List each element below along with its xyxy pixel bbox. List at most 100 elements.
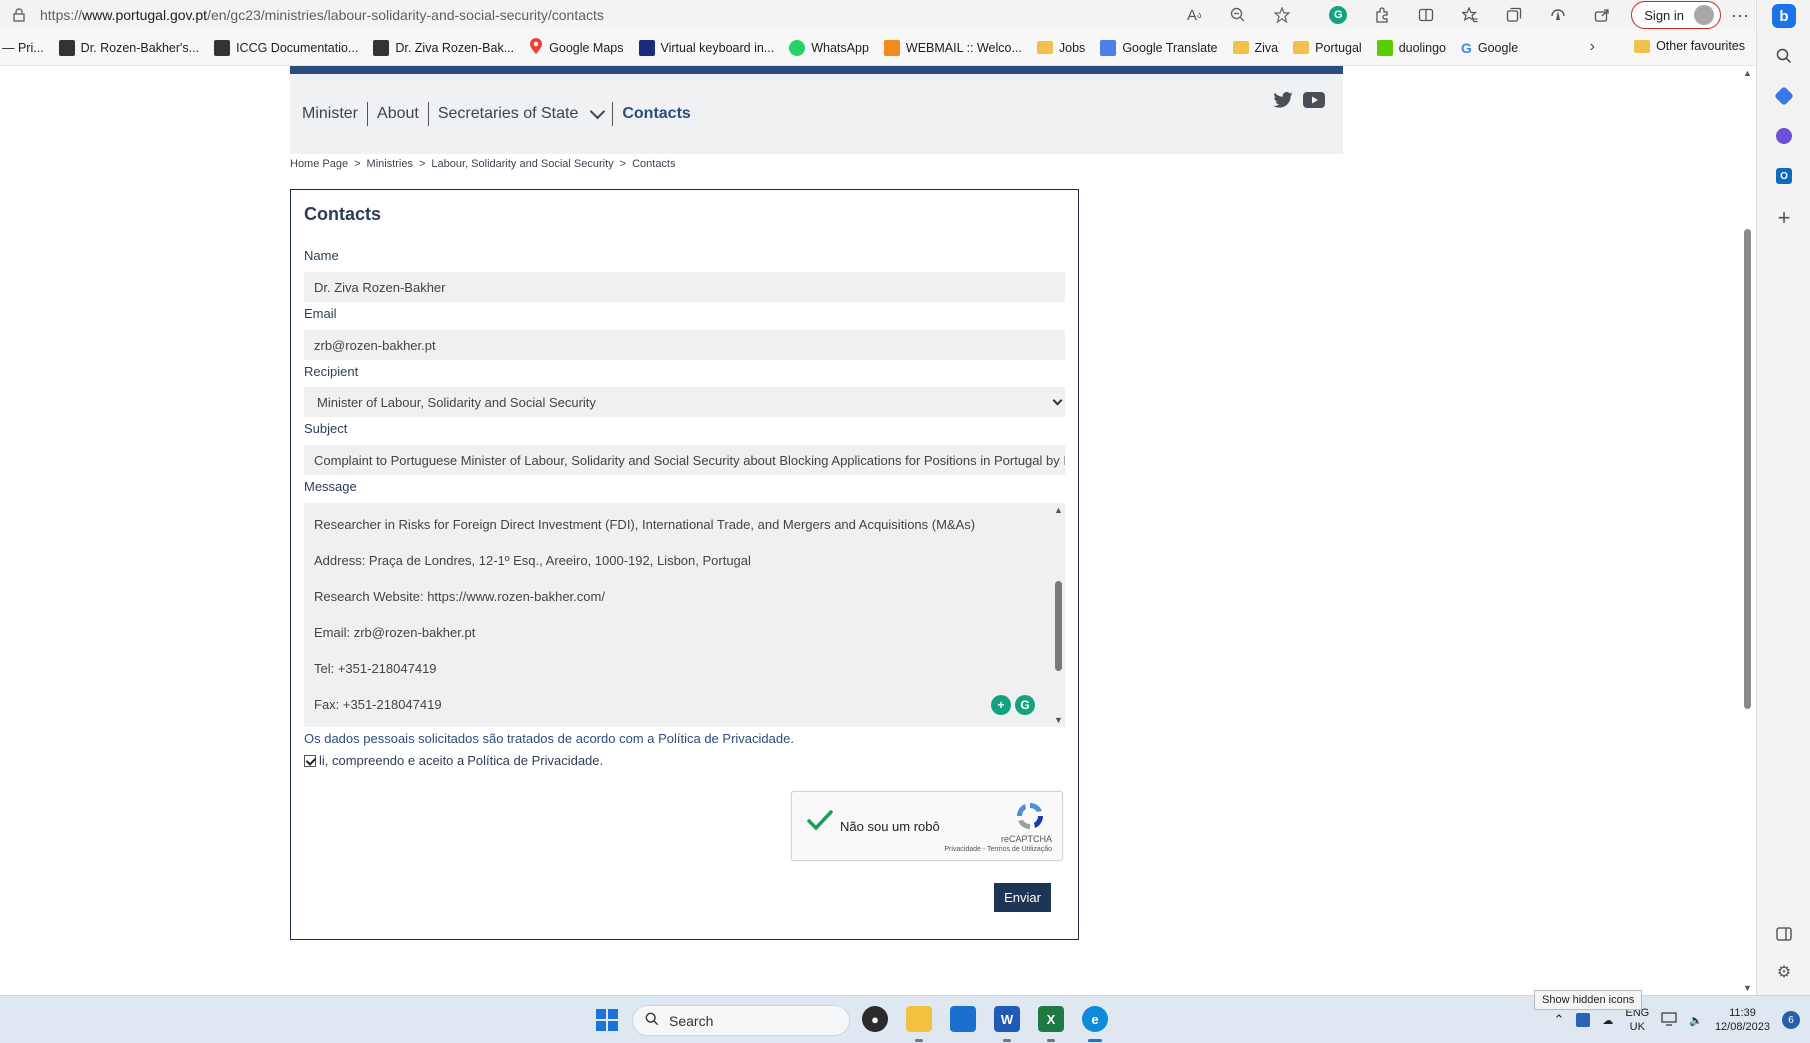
favourite-item[interactable]: G Google (1461, 40, 1518, 56)
favourite-item[interactable]: Ziva (1232, 40, 1279, 55)
network-icon[interactable] (1661, 1011, 1677, 1029)
privacy-note[interactable]: Os dados pessoais solicitados são tratad… (304, 731, 794, 746)
grammarly-suggest-icon[interactable]: + (991, 695, 1011, 715)
breadcrumb-ministry[interactable]: Labour, Solidarity and Social Security (431, 158, 613, 170)
favourite-item[interactable]: Virtual keyboard in... (638, 39, 774, 56)
notification-badge[interactable]: 6 (1782, 1011, 1800, 1029)
grammarly-icon[interactable]: G (1015, 695, 1035, 715)
name-field[interactable]: Dr. Ziva Rozen-Bakher (304, 272, 1065, 302)
privacy-policy-link[interactable]: Política de Privacidade. (467, 753, 603, 768)
breadcrumb-home[interactable]: Home Page (290, 158, 348, 170)
nav-minister[interactable]: Minister (302, 102, 369, 126)
clock[interactable]: 11:39 12/08/2023 (1715, 1006, 1770, 1034)
chevron-up-icon[interactable]: ⌃ (1553, 1012, 1564, 1028)
tools-icon[interactable] (1772, 124, 1796, 148)
running-indicator (1047, 1039, 1055, 1042)
favourite-item[interactable]: — Pri... (2, 41, 44, 55)
scroll-down-arrow-icon[interactable]: ▼ (1743, 983, 1752, 993)
favourite-item[interactable]: Google Maps (529, 38, 624, 57)
name-label: Name (304, 248, 339, 263)
read-aloud-icon[interactable]: Aა (1179, 0, 1209, 30)
favourites-icon[interactable] (1455, 0, 1485, 30)
edge-sidebar: b O + ⚙ (1756, 0, 1810, 995)
file-explorer-icon[interactable] (906, 1006, 932, 1032)
volume-icon[interactable]: 🔈 (1689, 1014, 1703, 1027)
submit-button[interactable]: Enviar (994, 883, 1051, 912)
scrollbar-thumb[interactable] (1744, 229, 1751, 709)
cloud-icon[interactable]: ☁ (1602, 1014, 1613, 1027)
taskbar-search[interactable]: Search (632, 1005, 850, 1036)
favourite-item[interactable]: duolingo (1376, 39, 1446, 56)
nav-contacts[interactable]: Contacts (613, 102, 699, 126)
shopping-icon[interactable] (1772, 84, 1796, 108)
favourite-star-icon[interactable] (1267, 0, 1297, 30)
other-favourites[interactable]: Other favourites (1634, 39, 1745, 53)
word-icon[interactable]: W (994, 1006, 1020, 1032)
captcha-terms[interactable]: Privacidade - Termos de Utilização (944, 846, 1052, 853)
split-screen-icon[interactable] (1411, 0, 1441, 30)
youtube-icon[interactable] (1303, 92, 1325, 113)
consent-checkbox[interactable] (304, 754, 316, 767)
other-favourites-label: Other favourites (1656, 39, 1745, 53)
add-icon[interactable]: + (1772, 205, 1796, 230)
more-options-icon[interactable]: ··· (1731, 5, 1749, 26)
checkmark-icon[interactable] (806, 809, 834, 833)
windows-start-icon[interactable] (596, 1009, 618, 1031)
language-indicator[interactable]: ENG UK (1625, 1006, 1649, 1034)
browser-essentials-icon[interactable] (1543, 0, 1573, 30)
scroll-down-arrow-icon[interactable]: ▼ (1054, 715, 1063, 725)
favourite-item[interactable]: WhatsApp (789, 39, 869, 56)
chevron-down-icon[interactable] (590, 103, 606, 119)
favourite-item[interactable]: ICCG Documentatio... (214, 39, 358, 56)
favourite-item[interactable]: Portugal (1293, 41, 1362, 55)
favourite-item[interactable]: Dr. Rozen-Bakher's... (58, 39, 199, 56)
url-text[interactable]: https://www.portugal.gov.pt/en/gc23/mini… (40, 7, 604, 23)
message-textarea[interactable]: Researcher in Risks for Foreign Direct I… (304, 503, 1065, 727)
name-value: Dr. Ziva Rozen-Bakher (314, 279, 446, 295)
running-indicator (1003, 1039, 1011, 1042)
maps-pin-icon (529, 38, 543, 57)
recaptcha-logo-icon (1014, 800, 1046, 832)
subject-field[interactable]: Complaint to Portuguese Minister of Labo… (304, 445, 1065, 475)
scroll-up-arrow-icon[interactable]: ▲ (1743, 68, 1752, 78)
breadcrumb-ministries[interactable]: Ministries (367, 158, 413, 170)
nav-about[interactable]: About (368, 102, 429, 126)
recaptcha-widget[interactable]: Não sou um robô reCAPTCHA Privacidade - … (791, 791, 1063, 861)
store-icon[interactable] (950, 1006, 976, 1032)
scroll-up-arrow-icon[interactable]: ▲ (1054, 505, 1063, 515)
address-bar[interactable]: https://www.portugal.gov.pt/en/gc23/mini… (0, 0, 1755, 30)
bing-copilot-icon[interactable]: b (1772, 4, 1796, 28)
recipient-select[interactable]: Minister of Labour, Solidarity and Socia… (304, 387, 1065, 417)
favourite-item[interactable]: WEBMAIL :: Welco... (883, 39, 1022, 56)
edge-browser-icon[interactable]: e (1082, 1006, 1108, 1032)
sidebar-toggle-icon[interactable] (1772, 922, 1796, 946)
cube-icon (58, 39, 75, 56)
favourite-item[interactable]: Google Translate (1100, 39, 1218, 56)
email-field[interactable]: zrb@rozen-bakher.pt (304, 330, 1065, 360)
zoom-icon[interactable] (1223, 0, 1253, 30)
nav-secretaries-of-state[interactable]: Secretaries of State (429, 102, 614, 126)
obs-icon[interactable]: ● (862, 1006, 888, 1032)
page-scrollbar[interactable]: ▲ ▼ (1741, 66, 1755, 995)
extensions-icon[interactable] (1367, 0, 1397, 30)
cube-icon (373, 39, 390, 56)
message-scrollbar[interactable]: ▲ ▼ (1051, 503, 1065, 727)
twitter-icon[interactable] (1273, 91, 1293, 113)
favourite-label: Ziva (1254, 40, 1279, 55)
grammarly-icon[interactable]: G (1323, 0, 1353, 30)
avatar-icon (1694, 5, 1715, 25)
favourite-item[interactable]: Dr. Ziva Rozen-Bak... (373, 39, 514, 56)
share-icon[interactable] (1587, 0, 1617, 30)
security-icon[interactable] (1576, 1013, 1591, 1027)
favourite-item[interactable]: Jobs (1036, 41, 1085, 55)
search-icon[interactable] (1772, 44, 1796, 68)
excel-icon[interactable]: X (1038, 1006, 1064, 1032)
breadcrumb: Home Page > Ministries > Labour, Solidar… (290, 158, 676, 170)
chevron-right-icon[interactable]: › (1590, 38, 1595, 56)
message-scrollbar-thumb[interactable] (1055, 581, 1062, 671)
sign-in-button[interactable]: Sign in (1631, 1, 1722, 29)
settings-gear-icon[interactable]: ⚙ (1772, 960, 1796, 984)
message-line: Fax: +351-218047419 (314, 697, 442, 712)
outlook-icon[interactable]: O (1772, 164, 1796, 188)
collections-icon[interactable] (1499, 0, 1529, 30)
